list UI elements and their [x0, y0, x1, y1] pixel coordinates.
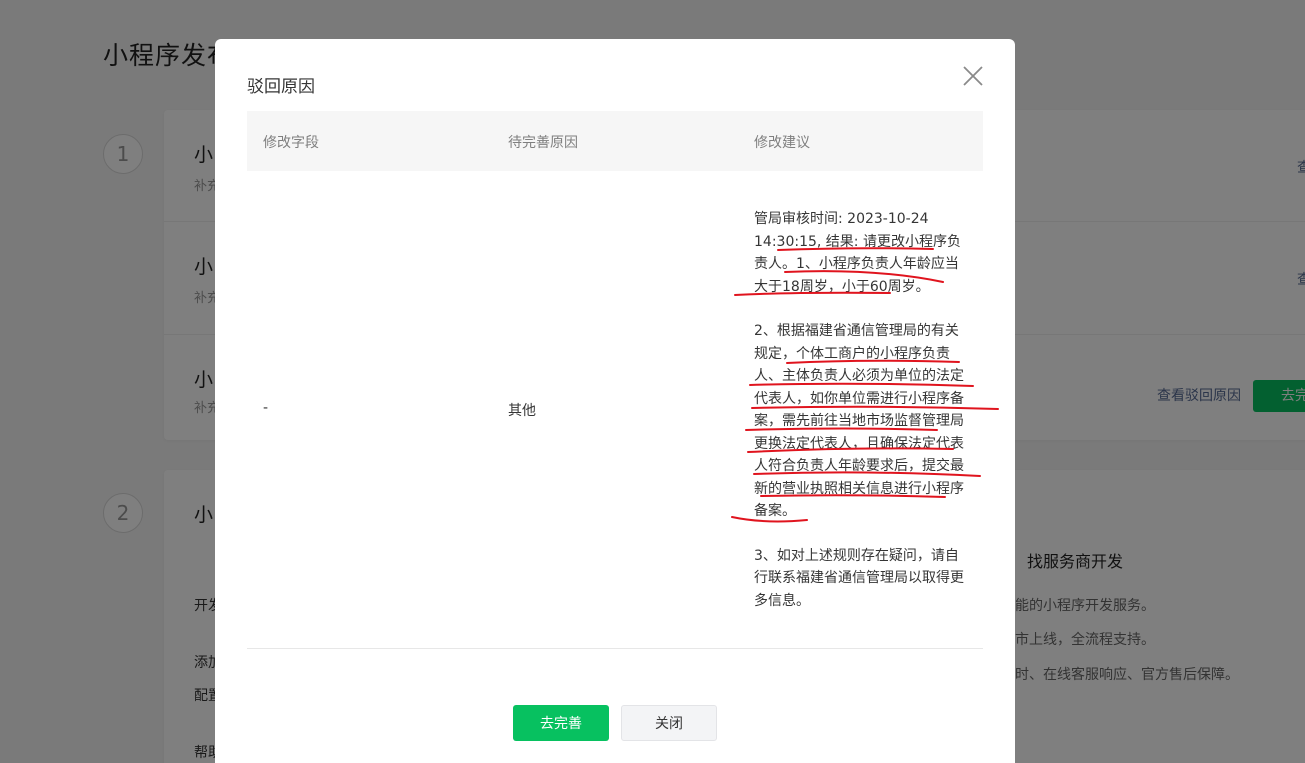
advice-paragraph: 3、如对上述规则存在疑问，请自行联系福建省通信管理局以取得更多信息。	[754, 547, 964, 609]
cell-field: -	[263, 400, 269, 416]
close-button[interactable]: 关闭	[621, 705, 717, 741]
close-icon[interactable]	[961, 64, 985, 88]
column-header-advice: 修改建议	[754, 135, 810, 151]
cell-advice: 管局审核时间: 2023-10-24 14:30:15, 结果: 请更改小程序负…	[754, 208, 972, 612]
column-header-field: 修改字段	[263, 135, 319, 151]
dialog-title: 驳回原因	[247, 77, 315, 97]
reject-reason-dialog: 驳回原因 修改字段 待完善原因 修改建议 - 其他 管局审核时间: 2023-1…	[215, 39, 1015, 763]
cell-reason: 其他	[508, 403, 536, 419]
complete-button[interactable]: 去完善	[513, 705, 609, 741]
column-header-reason: 待完善原因	[508, 135, 578, 151]
table-header: 修改字段 待完善原因 修改建议	[247, 111, 983, 171]
table-row-divider	[247, 648, 983, 649]
advice-paragraph: 2、根据福建省通信管理局的有关规定，个体工商户的小程序负责人、主体负责人必须为单…	[754, 323, 964, 519]
advice-paragraph: 管局审核时间: 2023-10-24 14:30:15, 结果: 请更改小程序负…	[754, 211, 961, 295]
